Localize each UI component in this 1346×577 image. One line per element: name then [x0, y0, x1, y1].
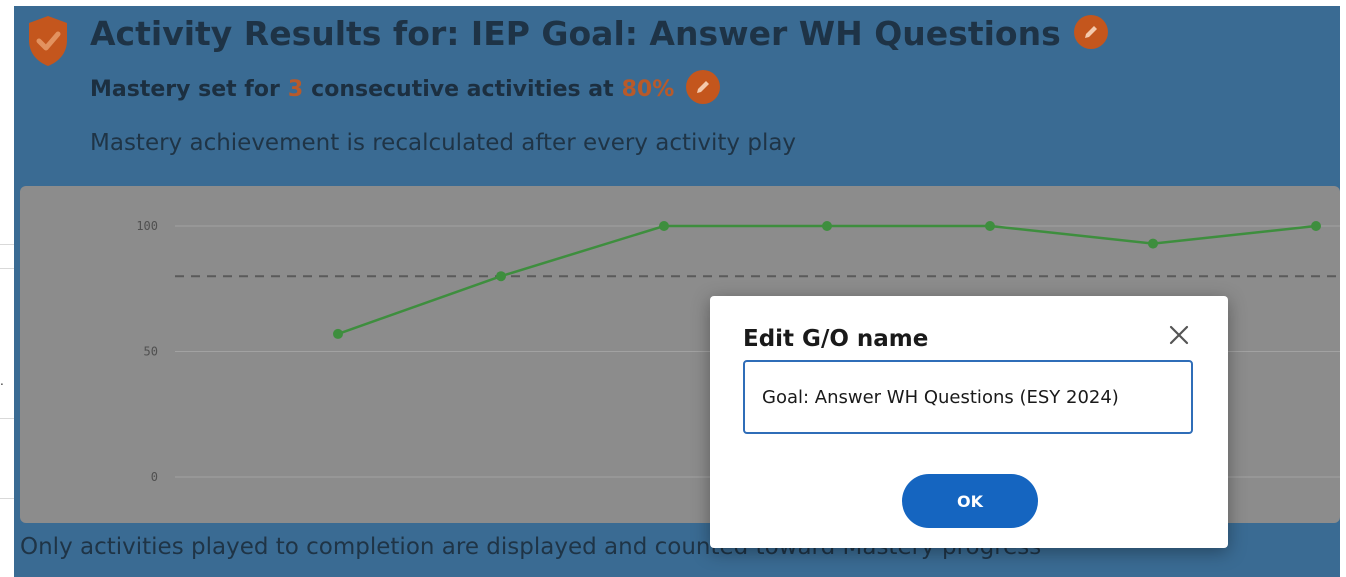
mastery-prefix: Mastery set for	[90, 77, 280, 102]
edit-title-pencil-icon[interactable]	[1074, 14, 1109, 49]
mastery-settings: Mastery set for 3 consecutive activities a…	[90, 70, 721, 104]
data-point	[333, 328, 343, 339]
data-point	[496, 271, 506, 282]
data-point	[985, 221, 995, 231]
goal-name-input[interactable]	[743, 360, 1193, 434]
edit-name-dialog: Edit G/O name OK	[710, 296, 1228, 548]
edge-dot: .	[0, 374, 4, 388]
data-point	[659, 221, 669, 231]
edit-mastery-pencil-icon[interactable]	[686, 70, 721, 104]
dialog-title: Edit G/O name	[743, 326, 929, 352]
page-title-text: Activity Results for: IEP Goal: Answer W…	[90, 14, 1061, 53]
divider-line	[0, 418, 14, 419]
recalc-note: Mastery achievement is recalculated afte…	[90, 130, 797, 156]
left-edge-strip: .	[0, 0, 14, 577]
data-point	[822, 221, 832, 231]
y-tick-label: 100	[136, 219, 158, 233]
data-point	[1148, 238, 1158, 249]
divider-line	[0, 268, 14, 269]
shield-check-icon	[29, 16, 67, 66]
ok-button[interactable]: OK	[902, 474, 1038, 528]
data-point	[1311, 221, 1321, 231]
close-icon[interactable]	[1164, 320, 1194, 350]
y-tick-label: 0	[151, 470, 158, 484]
divider-line	[0, 498, 14, 499]
y-tick-label: 50	[144, 345, 158, 359]
divider-line	[0, 244, 14, 245]
mastery-middle: consecutive activities at	[311, 77, 614, 102]
mastery-percent: 80%	[621, 77, 675, 102]
page-title: Activity Results for: IEP Goal: Answer W…	[90, 14, 1109, 53]
mastery-count: 3	[287, 77, 304, 102]
